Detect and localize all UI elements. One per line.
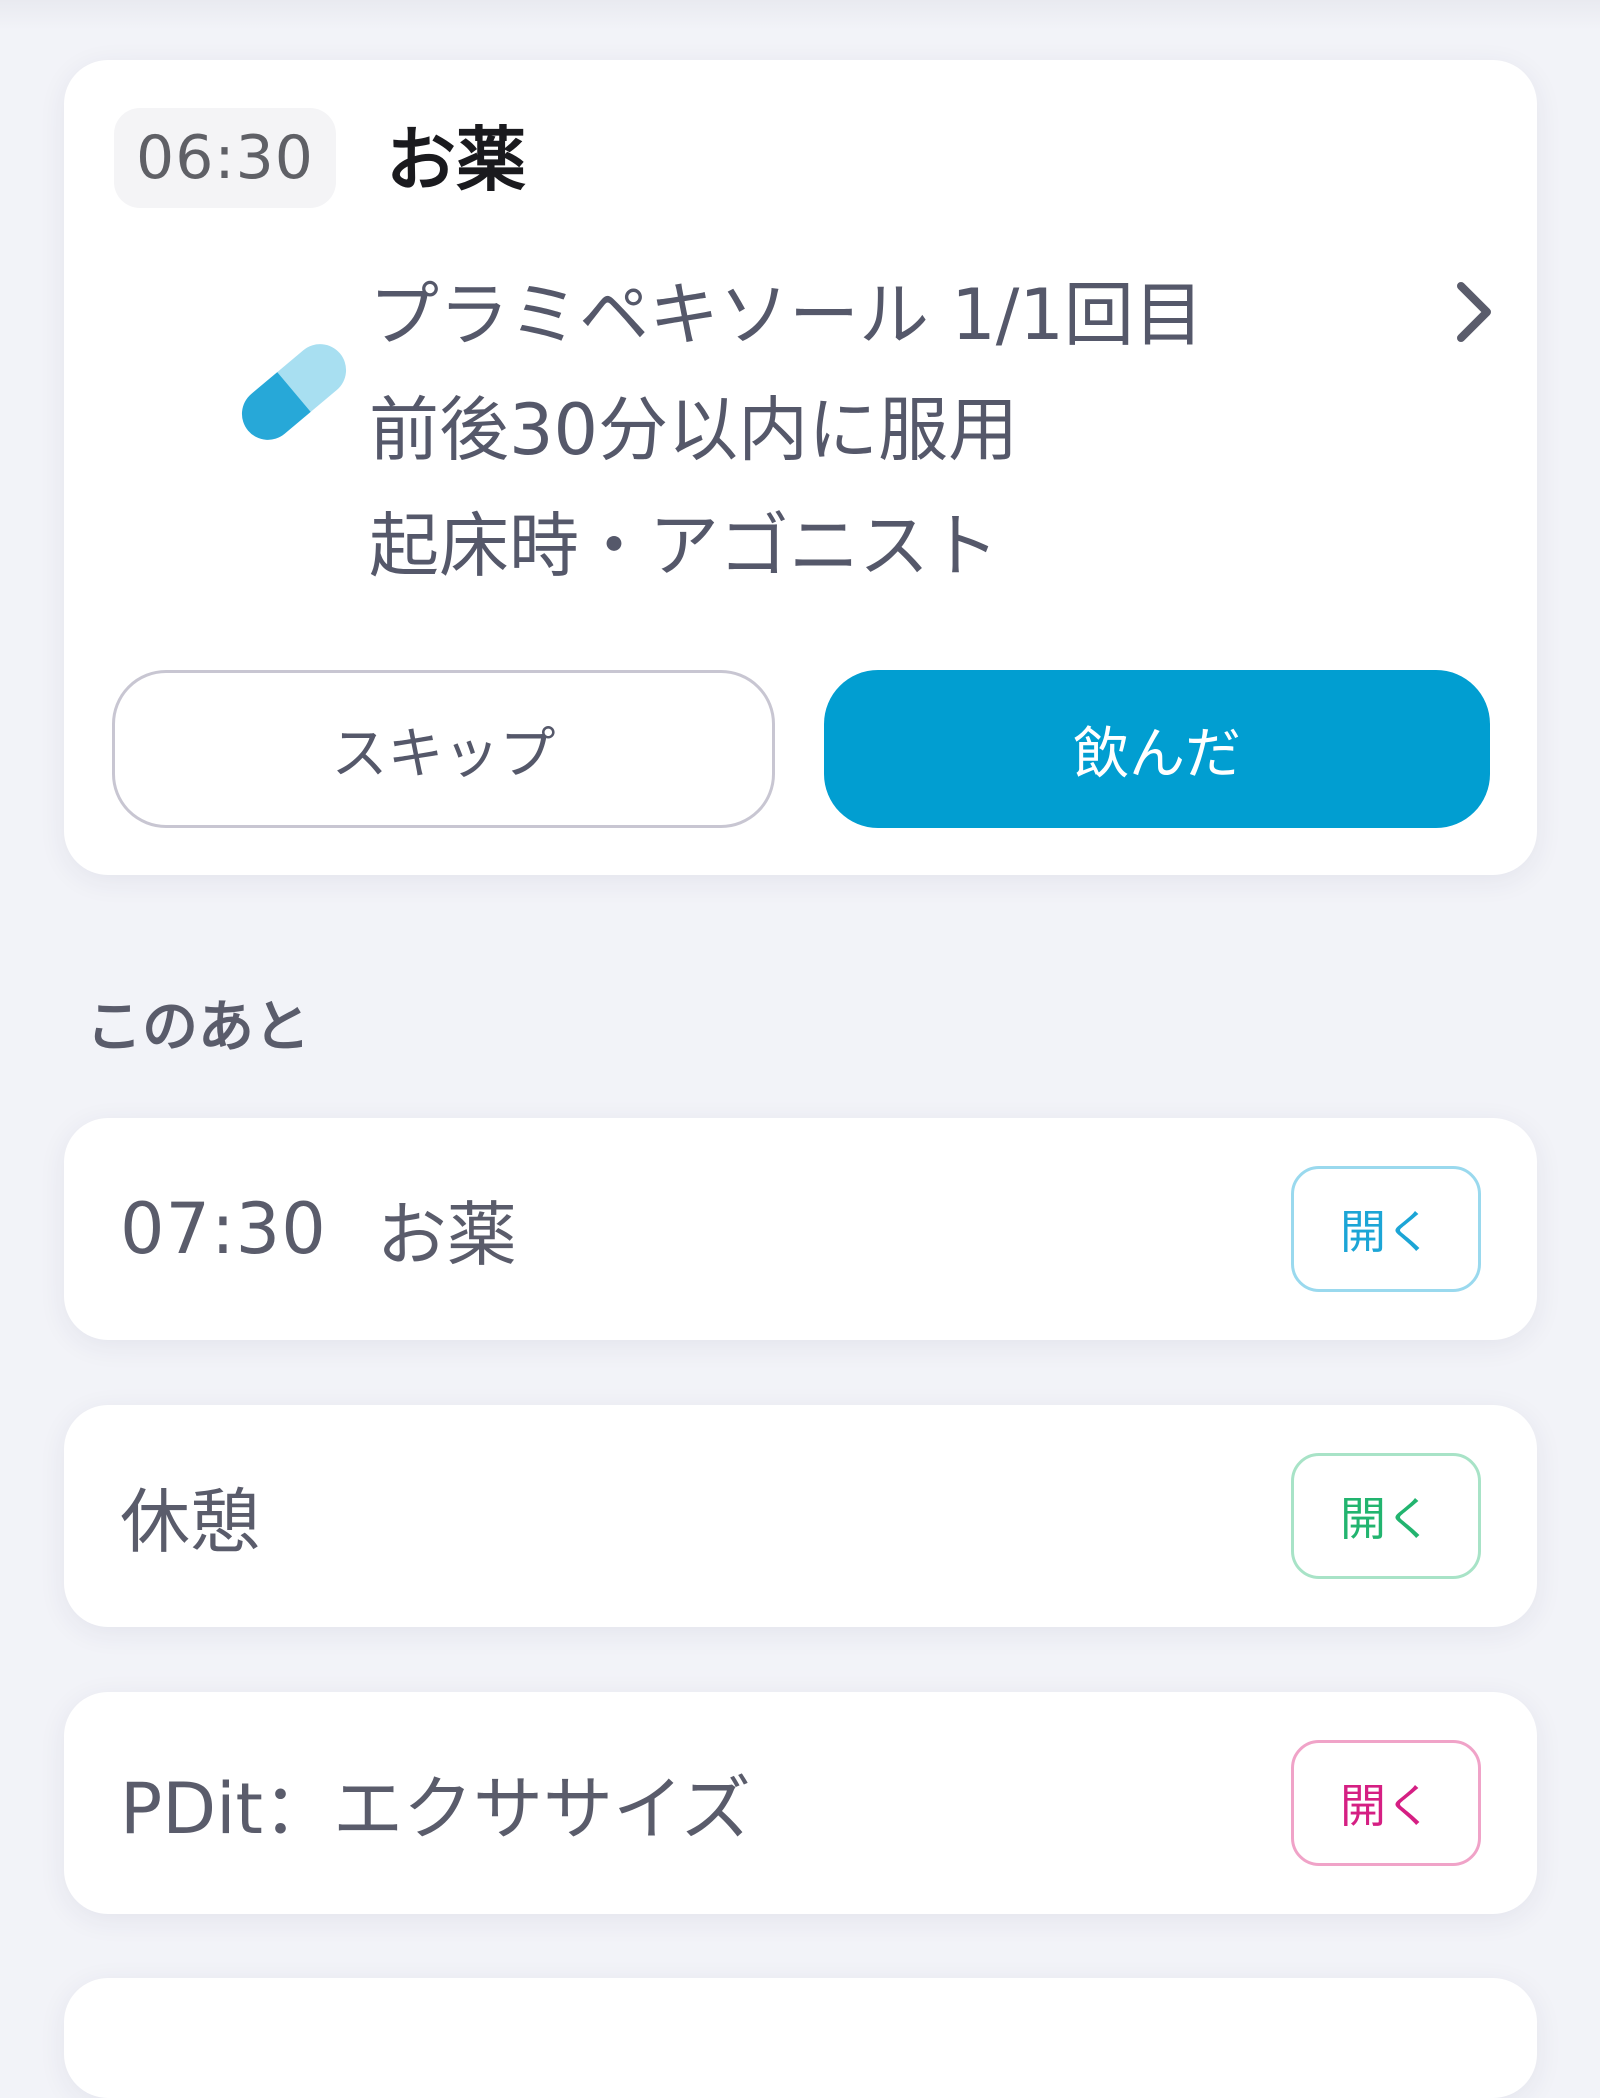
list-item-text: 休憩	[120, 1405, 260, 1627]
capsule-icon	[242, 344, 346, 440]
open-button[interactable]: 開く	[1291, 1166, 1481, 1292]
list-item[interactable]: PDit：エクササイズ 開く	[64, 1692, 1537, 1914]
list-item-label: 休憩	[120, 1480, 260, 1563]
current-title: お薬	[386, 119, 526, 201]
list-item-label: PDit：エクササイズ	[120, 1767, 751, 1850]
current-medication-card: 06:30 お薬 プラミペキソール 1/1回目 前後30分以内に服用 起床時・ア…	[64, 60, 1537, 875]
upcoming-heading: このあと	[86, 995, 310, 1060]
current-time-chip: 06:30	[114, 108, 336, 208]
list-item-label: お薬	[376, 1193, 517, 1276]
list-item-partial	[64, 1978, 1537, 2098]
skip-button[interactable]: スキップ	[112, 670, 775, 828]
medicine-tags: 起床時・アゴニスト	[369, 505, 999, 587]
top-shadow	[0, 0, 1600, 30]
list-item[interactable]: 休憩 開く	[64, 1405, 1537, 1627]
medicine-timing-note: 前後30分以内に服用	[369, 389, 1019, 471]
list-item-text: 07:30 お薬	[120, 1118, 517, 1340]
chevron-right-icon[interactable]	[1439, 260, 1509, 360]
list-item-text: PDit：エクササイズ	[120, 1692, 751, 1914]
medicine-name: プラミペキソール 1/1回目	[369, 274, 1204, 356]
list-item[interactable]: 07:30 お薬 開く	[64, 1118, 1537, 1340]
taken-button[interactable]: 飲んだ	[824, 670, 1490, 828]
open-button[interactable]: 開く	[1291, 1453, 1481, 1579]
list-item-time: 07:30	[120, 1188, 327, 1270]
open-button[interactable]: 開く	[1291, 1740, 1481, 1866]
